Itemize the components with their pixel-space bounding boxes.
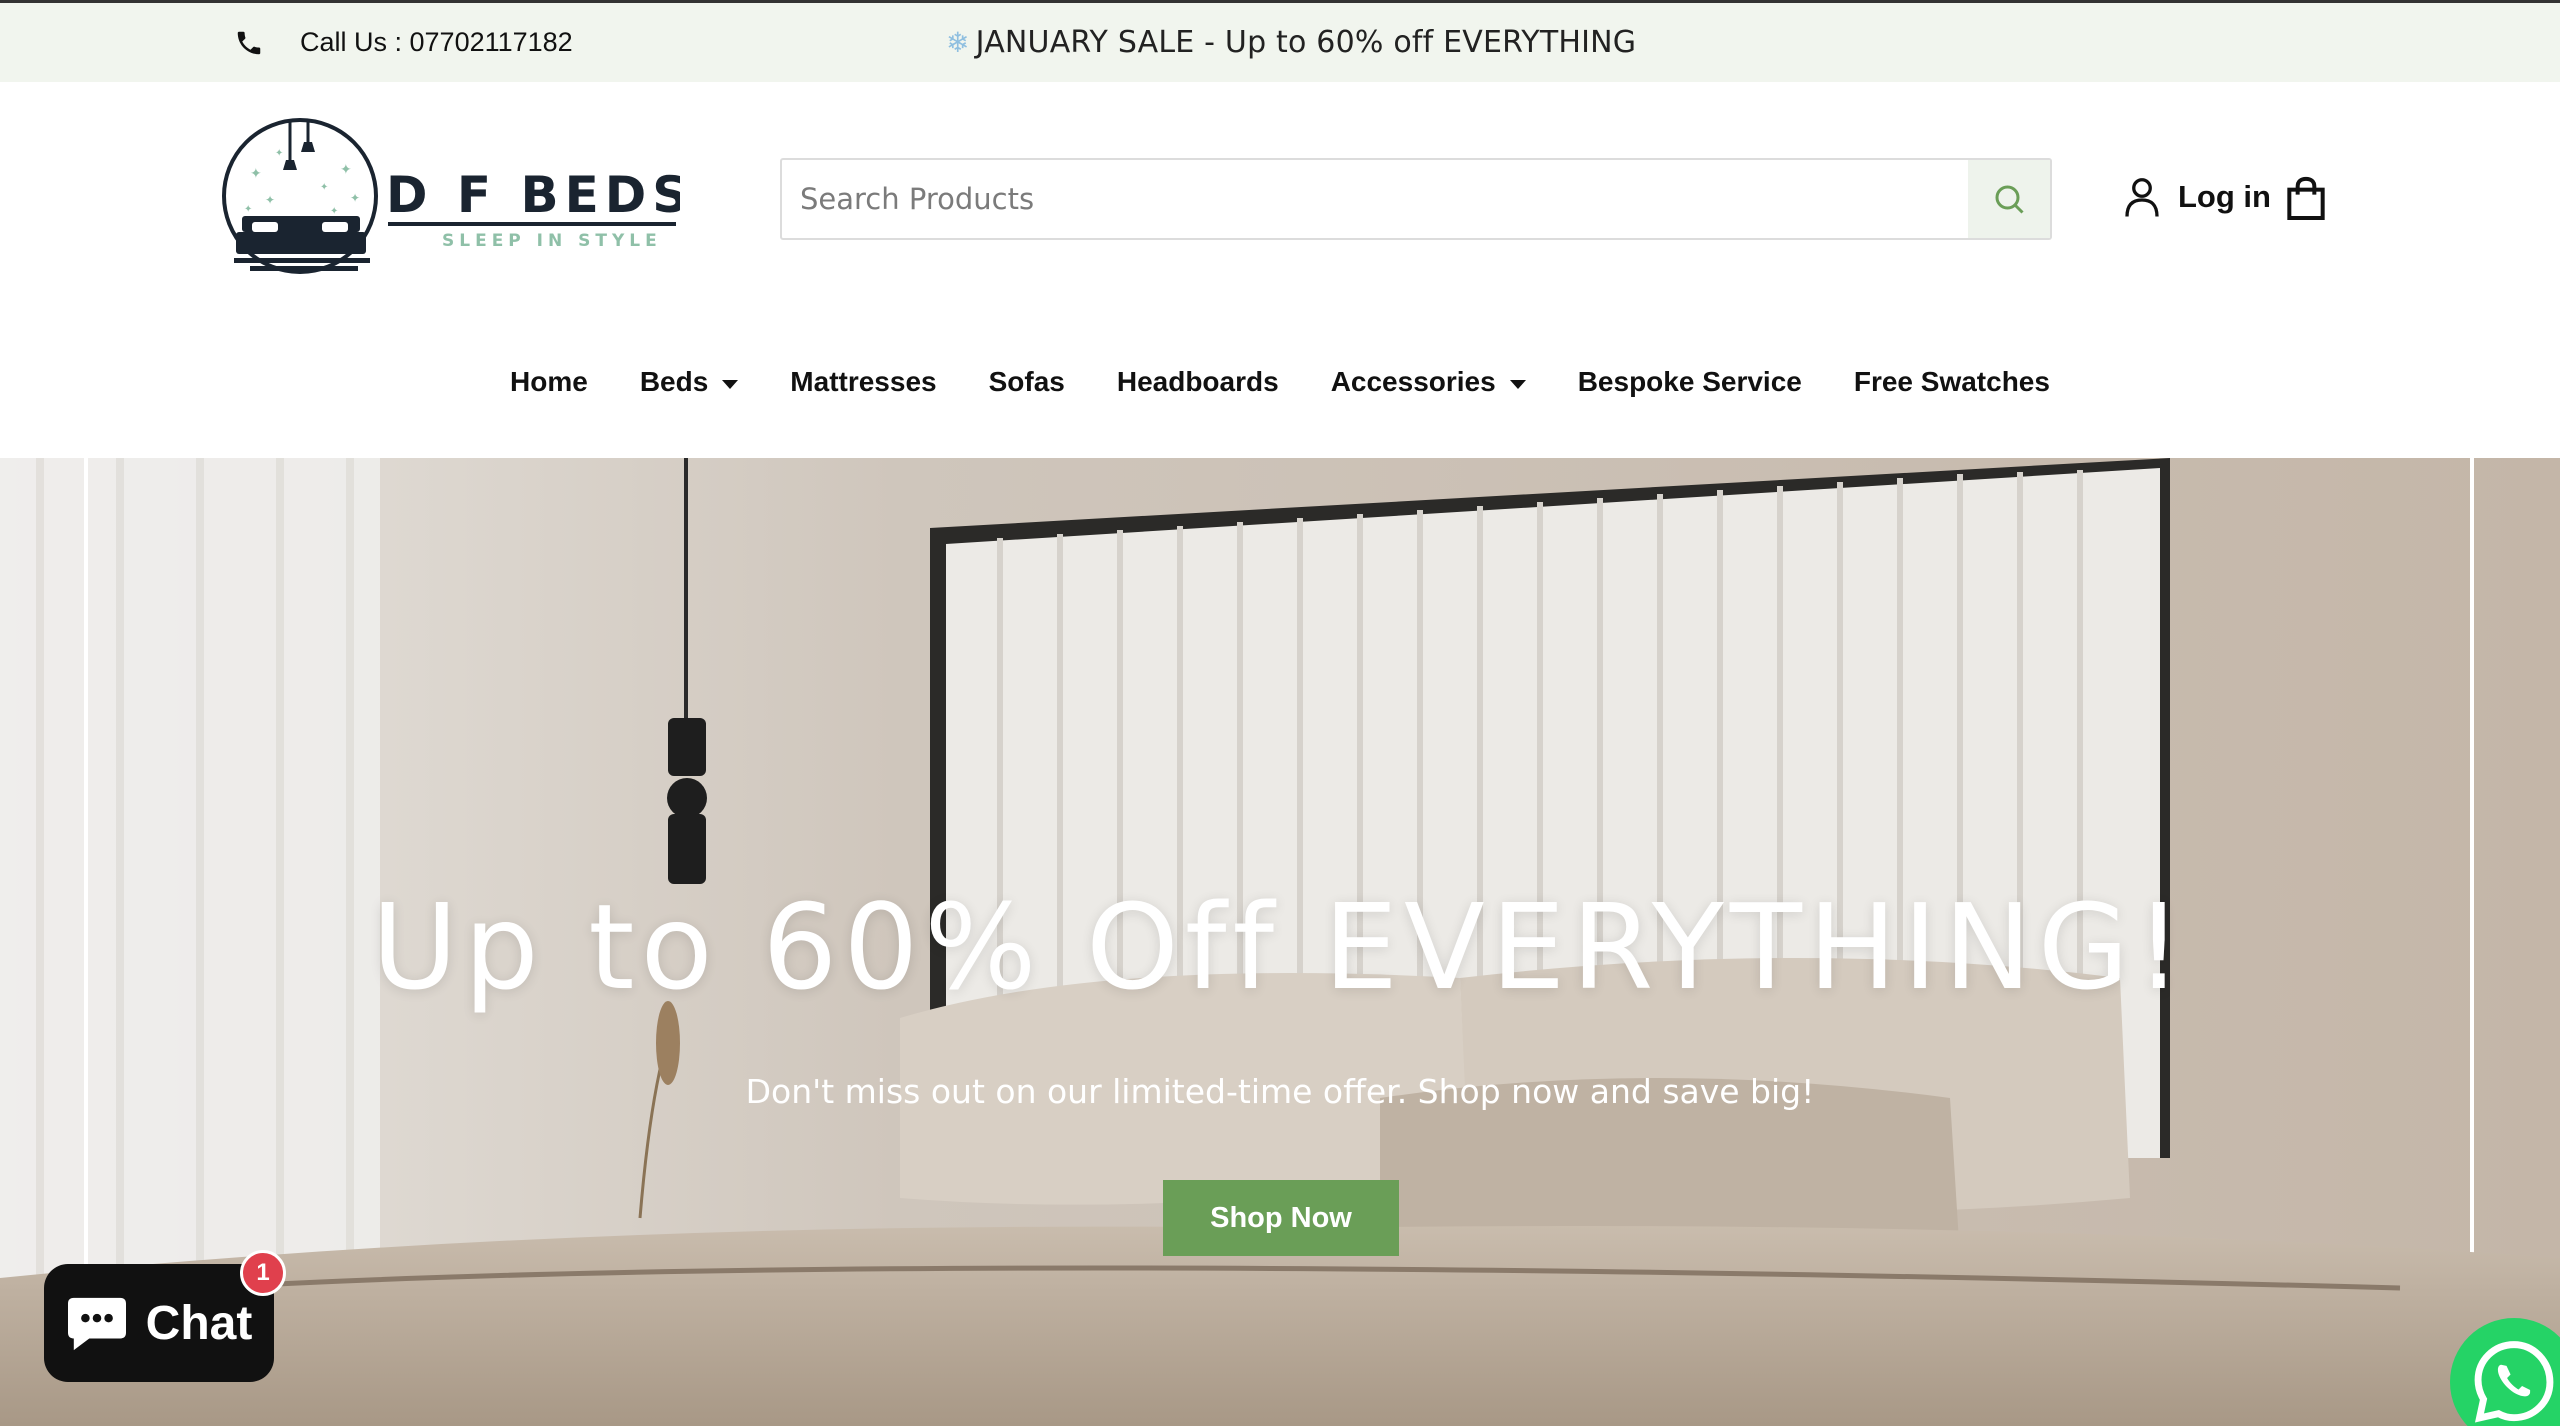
chat-bubble-icon <box>67 1297 126 1351</box>
svg-text:✦: ✦ <box>250 165 262 181</box>
svg-text:✦: ✦ <box>340 161 352 177</box>
nav-label: Home <box>510 366 588 397</box>
search-icon <box>1995 185 2024 214</box>
nav-mattresses[interactable]: Mattresses <box>790 366 936 398</box>
nav-headboards[interactable]: Headboards <box>1117 366 1279 398</box>
announcement-bar: Call Us : 07702117182 ❄ JANUARY SALE - U… <box>0 0 2560 82</box>
brand-tagline: SLEEP IN STYLE <box>442 231 662 251</box>
hero-heading: Up to 60% Off EVERYTHING! <box>371 878 2189 1016</box>
whatsapp-icon <box>2474 1341 2554 1423</box>
svg-text:✦: ✦ <box>350 191 360 205</box>
nav-label: Bespoke Service <box>1577 366 1802 397</box>
phone-text: Call Us : 07702117182 <box>300 27 573 57</box>
call-us[interactable]: Call Us : 07702117182 <box>234 27 573 58</box>
search-bar <box>780 158 2052 240</box>
brand-name: D F BEDS <box>386 166 680 224</box>
shop-now-button[interactable]: Shop Now <box>1163 1180 1399 1256</box>
nav-label: Beds <box>639 366 709 397</box>
nav-home[interactable]: Home <box>510 366 588 398</box>
nav-sofas[interactable]: Sofas <box>989 366 1065 398</box>
notification-badge: 1 <box>240 1250 286 1296</box>
login-label: Log in <box>2178 179 2271 214</box>
nav-beds[interactable]: Beds <box>639 366 739 398</box>
login-link[interactable]: Log in <box>2124 176 2271 218</box>
phone-icon <box>237 31 261 54</box>
nav-label: Headboards <box>1116 366 1279 397</box>
promo-text: JANUARY SALE - Up to 60% off EVERYTHING <box>975 25 1637 60</box>
nav-bespoke-service[interactable]: Bespoke Service <box>1578 366 1802 398</box>
main-navigation: Home Beds Mattresses Sofas Headboards Ac… <box>0 366 2560 398</box>
caret-down-icon <box>722 379 739 389</box>
chat-widget-button[interactable]: Chat 1 <box>44 1250 286 1382</box>
search-input[interactable] <box>782 160 1968 238</box>
user-icon <box>2125 178 2159 217</box>
nav-label: Mattresses <box>790 366 937 397</box>
snowflake-icon: ❄ <box>946 26 970 59</box>
caret-down-icon <box>1509 379 1526 389</box>
search-button[interactable] <box>1968 160 2050 238</box>
shopping-bag-icon[interactable] <box>2286 176 2326 220</box>
logo[interactable]: ✦ ✦ ✦ ✦ ✦ ✦ ✦ ✦ D F BEDS SLEEP IN STYLE <box>220 116 688 282</box>
svg-text:✦: ✦ <box>265 193 275 207</box>
svg-text:✦: ✦ <box>330 206 338 217</box>
nav-accessories[interactable]: Accessories <box>1331 366 1526 398</box>
nav-free-swatches[interactable]: Free Swatches <box>1854 366 2050 398</box>
nav-label: Sofas <box>988 366 1065 397</box>
chat-label: Chat <box>145 1296 253 1350</box>
nav-label: Accessories <box>1330 366 1496 397</box>
svg-text:✦: ✦ <box>275 148 283 159</box>
hero-banner: Up to 60% Off EVERYTHING! Don't miss out… <box>0 458 2560 1426</box>
sale-announcement[interactable]: ❄ JANUARY SALE - Up to 60% off EVERYTHIN… <box>946 25 1636 60</box>
nav-label: Free Swatches <box>1853 366 2050 397</box>
hero-subheading: Don't miss out on our limited-time offer… <box>745 1072 1815 1111</box>
svg-text:✦: ✦ <box>244 204 252 215</box>
svg-text:✦: ✦ <box>320 182 328 193</box>
